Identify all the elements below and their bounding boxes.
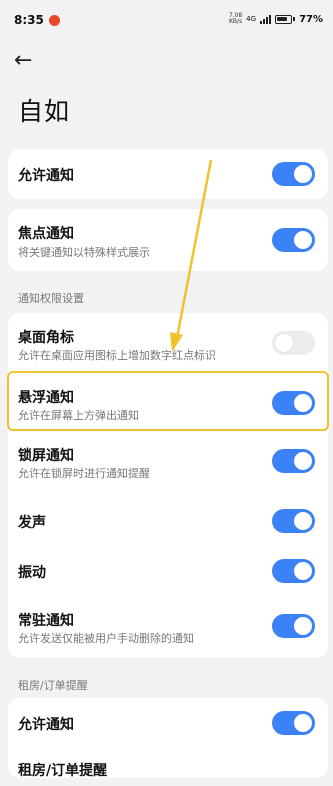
network-speed-unit: KB/s bbox=[228, 18, 243, 25]
rental-allow-label: 允许通知 bbox=[18, 717, 74, 733]
toggle-knob bbox=[294, 512, 312, 530]
status-bar: 8:35 7.08 KB/s 4G 77% bbox=[0, 0, 333, 44]
focus-notifications-row[interactable]: 焦点通知 将关键通知以特殊样式展示 bbox=[8, 209, 328, 271]
persistent-label: 常驻通知 bbox=[18, 613, 74, 629]
toggle-knob bbox=[294, 452, 312, 470]
persistent-toggle[interactable] bbox=[272, 614, 315, 638]
status-right: 7.08 KB/s 4G 77% bbox=[229, 13, 323, 25]
page-title: 自如 bbox=[18, 97, 71, 126]
battery-level: 77% bbox=[299, 13, 323, 25]
lockscreen-label: 锁屏通知 bbox=[18, 448, 74, 464]
allow-notifications-toggle[interactable] bbox=[272, 162, 315, 186]
sound-toggle[interactable] bbox=[272, 509, 315, 533]
sound-row[interactable]: 发声 bbox=[8, 496, 328, 546]
badge-label: 桌面角标 bbox=[18, 330, 74, 346]
badge-row[interactable]: 桌面角标 允许在桌面应用图标上增加数字红点标识 bbox=[8, 313, 328, 371]
back-arrow-icon[interactable]: ← bbox=[14, 49, 42, 73]
rental-allow-toggle[interactable] bbox=[272, 711, 315, 735]
focus-notifications-desc: 将关键通知以特殊样式展示 bbox=[18, 246, 150, 259]
allow-notifications-label: 允许通知 bbox=[18, 168, 74, 184]
lockscreen-row[interactable]: 锁屏通知 允许在锁屏时进行通知提醒 bbox=[8, 433, 328, 491]
rental-next-row[interactable]: 租房/订单提醒 bbox=[8, 756, 328, 786]
rental-next-label: 租房/订单提醒 bbox=[18, 763, 108, 779]
badge-desc: 允许在桌面应用图标上增加数字红点标识 bbox=[18, 349, 216, 362]
lockscreen-toggle[interactable] bbox=[272, 449, 315, 473]
network-type: 4G bbox=[246, 15, 257, 23]
toggle-knob bbox=[294, 617, 312, 635]
battery-cap bbox=[293, 17, 296, 21]
rental-section-header: 租房/订单提醒 bbox=[18, 679, 88, 692]
network-speed: 7.08 KB/s bbox=[229, 13, 242, 25]
toggle-knob bbox=[294, 714, 312, 732]
allow-notifications-row[interactable]: 允许通知 bbox=[8, 149, 328, 199]
toggle-knob bbox=[294, 165, 312, 183]
weibo-notification-icon bbox=[49, 15, 60, 26]
highlight-box bbox=[7, 371, 329, 431]
persistent-desc: 允许发送仅能被用户手动删除的通知 bbox=[18, 632, 194, 645]
vibrate-toggle[interactable] bbox=[272, 559, 315, 583]
sound-label: 发声 bbox=[18, 515, 46, 531]
vibrate-label: 振动 bbox=[18, 565, 46, 581]
lockscreen-desc: 允许在锁屏时进行通知提醒 bbox=[18, 467, 150, 480]
allow-notifications-card: 允许通知 bbox=[8, 149, 328, 199]
focus-notifications-label: 焦点通知 bbox=[18, 226, 74, 242]
toggle-knob bbox=[294, 562, 312, 580]
vibrate-row[interactable]: 振动 bbox=[8, 546, 328, 596]
focus-notifications-toggle[interactable] bbox=[272, 228, 315, 252]
status-time: 8:35 bbox=[14, 13, 44, 27]
permissions-card: 桌面角标 允许在桌面应用图标上增加数字红点标识 悬浮通知 允许在屏幕上方弹出通知… bbox=[8, 313, 328, 658]
rental-card: 允许通知 租房/订单提醒 bbox=[8, 698, 328, 779]
focus-notifications-card: 焦点通知 将关键通知以特殊样式展示 bbox=[8, 209, 328, 271]
rental-allow-row[interactable]: 允许通知 bbox=[8, 698, 328, 748]
toggle-knob bbox=[294, 231, 312, 249]
toggle-knob bbox=[275, 334, 293, 352]
permissions-section-header: 通知权限设置 bbox=[18, 292, 84, 305]
persistent-row[interactable]: 常驻通知 允许发送仅能被用户手动删除的通知 bbox=[8, 599, 328, 657]
battery-icon bbox=[275, 14, 293, 24]
signal-icon bbox=[260, 14, 272, 24]
badge-toggle[interactable] bbox=[272, 331, 315, 355]
